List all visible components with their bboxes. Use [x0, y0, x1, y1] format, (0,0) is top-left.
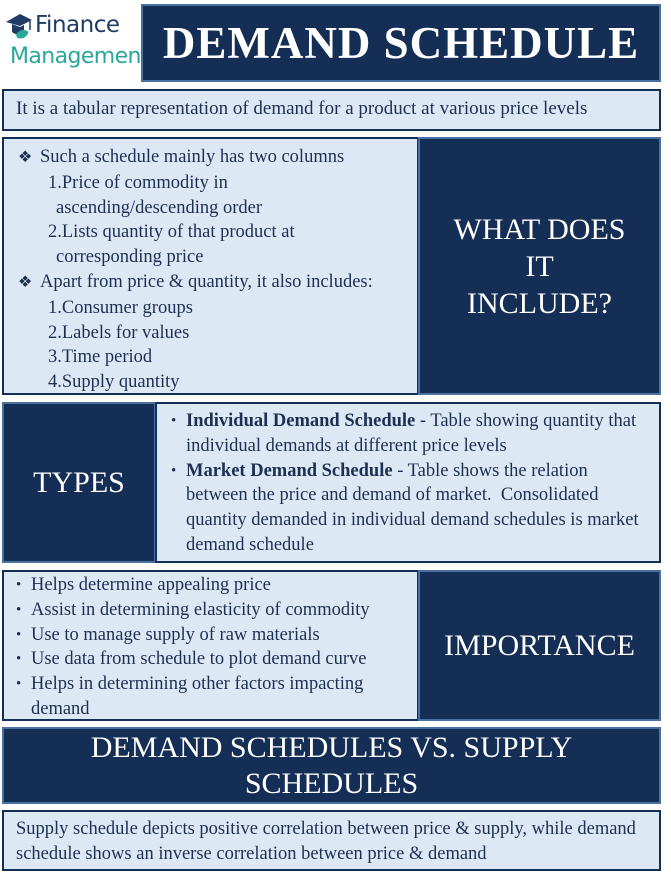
list-item: 2.Labels for values: [18, 321, 407, 346]
list-item: 1.Consumer groups: [18, 296, 407, 321]
bullet-icon: •: [16, 601, 22, 618]
list-item: • Market Demand Schedule - Table shows t…: [171, 459, 651, 558]
item-number: 1.: [48, 172, 62, 193]
diamond-bullet-icon: ❖: [18, 273, 33, 291]
definition-text: It is a tabular representation of demand…: [16, 98, 588, 119]
list-item-continuation: corresponding price: [56, 247, 204, 268]
type-term: Market Demand Schedule: [186, 460, 393, 481]
item-text: Price of commodity in: [61, 172, 228, 193]
list-item-continuation: ascending/descending order: [56, 197, 262, 218]
importance-list: • Helps determine appealing price • Assist…: [2, 570, 419, 721]
item-text: Supply quantity: [61, 372, 180, 393]
bullet-icon: •: [16, 651, 22, 668]
list-item: • Helps in determining other factors impa…: [16, 672, 409, 722]
importance-text: Helps determine appealing price: [31, 575, 271, 595]
comparison-heading-box: DEMAND SCHEDULES VS. SUPPLY SCHEDULES: [2, 727, 661, 804]
includes-group: ❖ Apart from price & quantity, it also in…: [18, 270, 407, 395]
includes-heading: WHAT DOES IT INCLUDE?: [453, 212, 626, 320]
item-number: 4.: [48, 372, 62, 393]
diamond-bullet-icon: ❖: [18, 149, 33, 166]
logo-text-finance: Finance: [35, 12, 120, 38]
importance-heading-box: IMPORTANCE: [418, 570, 661, 721]
bullet-icon: •: [16, 676, 22, 693]
type-term: Individual Demand Schedule: [186, 411, 416, 431]
includes-group: ❖ Such a schedule mainly has two columns …: [18, 145, 407, 270]
logo-text-management: Management: [10, 44, 150, 69]
importance-heading: IMPORTANCE: [444, 628, 635, 662]
logo: Finance Management: [4, 6, 150, 80]
types-list: • Individual Demand Schedule - Table sho…: [155, 402, 661, 563]
list-item: • Use to manage supply of raw materials: [16, 623, 409, 648]
importance-text: Use to manage supply of raw materials: [31, 624, 320, 645]
list-item: 4.Supply quantity: [18, 370, 407, 395]
importance-text: Assist in determining elasticity of comm…: [31, 599, 370, 620]
importance-text: Helps in determining other factors impac…: [31, 674, 364, 719]
definition-box: It is a tabular representation of demand…: [2, 89, 661, 131]
includes-group-text: Apart from price & quantity, it also inc…: [40, 271, 373, 292]
list-item: • Individual Demand Schedule - Table sho…: [171, 409, 651, 459]
types-heading: TYPES: [33, 465, 125, 499]
page-title: DEMAND SCHEDULE: [162, 18, 640, 68]
comparison-body: Supply schedule depicts positive correla…: [16, 819, 636, 864]
page-title-banner: DEMAND SCHEDULE: [141, 4, 661, 82]
item-number: 2.: [48, 222, 62, 243]
item-text: Lists quantity of that product at: [61, 222, 295, 243]
comparison-heading: DEMAND SCHEDULES VS. SUPPLY SCHEDULES: [90, 730, 573, 800]
bullet-icon: •: [16, 577, 22, 593]
bullet-icon: •: [171, 413, 177, 429]
bullet-icon: •: [171, 462, 177, 479]
includes-list: ❖ Such a schedule mainly has two columns …: [2, 137, 419, 395]
item-text: Labels for values: [61, 322, 190, 343]
item-text: Time period: [61, 347, 153, 368]
includes-heading-box: WHAT DOES IT INCLUDE?: [418, 137, 661, 395]
item-number: 1.: [48, 297, 62, 318]
list-item: 2.Lists quantity of that product at: [18, 220, 407, 245]
list-item: 1.Price of commodity in: [18, 171, 407, 196]
types-heading-box: TYPES: [2, 402, 156, 563]
includes-group-text: Such a schedule mainly has two columns: [40, 147, 345, 167]
comparison-body-box: Supply schedule depicts positive correla…: [2, 810, 661, 871]
item-text: Consumer groups: [61, 297, 193, 318]
importance-text: Use data from schedule to plot demand cu…: [31, 649, 367, 670]
list-item: • Assist in determining elasticity of com…: [16, 598, 409, 623]
list-item: • Use data from schedule to plot demand c…: [16, 647, 409, 672]
item-number: 3.: [48, 347, 62, 368]
bullet-icon: •: [16, 626, 22, 643]
list-item: 3.Time period: [18, 345, 407, 370]
graduation-cap-e-icon: [6, 14, 32, 39]
item-number: 2.: [48, 322, 62, 343]
list-item: • Helps determine appealing price: [16, 573, 409, 598]
